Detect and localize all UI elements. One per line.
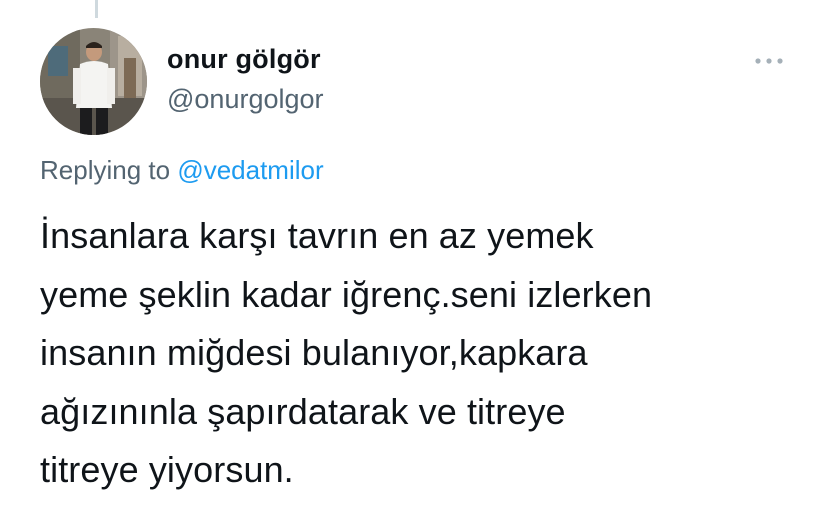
avatar[interactable] [40,28,147,135]
tweet-text-line: yeme şeklin kadar iğrenç.seni izlerken [40,273,653,315]
author-display-name[interactable]: onur gölgör [167,44,321,75]
thread-connector-line [95,0,98,18]
tweet-text-line: ağızınınla şapırdatarak ve titreye [40,390,566,432]
tweet-text: İnsanlara karşı tavrın en az yemek yeme … [40,207,800,500]
replying-to-label: Replying to [40,155,171,185]
tweet-text-line: İnsanlara karşı tavrın en az yemek [40,215,594,256]
more-options-button[interactable] [752,50,786,72]
user-photo-avatar-icon [40,28,147,135]
more-dots-icon [755,58,783,64]
replying-to-mention-link[interactable]: @vedatmilor [177,155,323,185]
replying-to: Replying to @vedatmilor [40,155,324,186]
tweet-text-line: insanın miğdesi bulanıyor,kapkara [40,332,588,373]
tweet-text-line: titreye yiyorsun. [40,449,294,490]
author-handle[interactable]: @onurgolgor [167,84,324,115]
